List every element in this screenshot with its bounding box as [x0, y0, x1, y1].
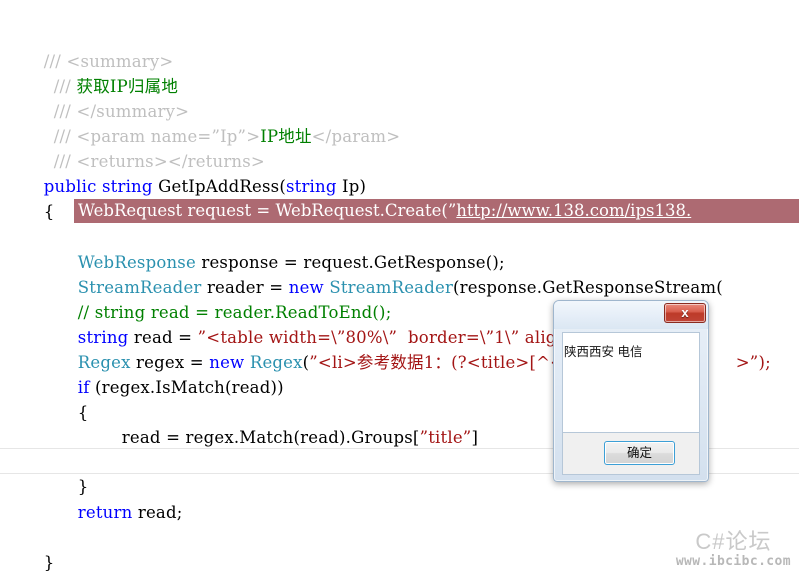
code-token: ] — [471, 428, 479, 447]
code-line: /// <param name=”Ip”>IP地址</param> — [0, 99, 799, 146]
code-line: /// 获取IP归属地 — [0, 49, 799, 96]
url-link[interactable]: http://www.138.com/ips138. — [456, 201, 691, 220]
code-token: { — [43, 202, 55, 221]
code-line-overflow-fragment: >”); — [714, 325, 799, 372]
code-editor[interactable]: /// <summary> /// 获取IP归属地 /// </summary>… — [0, 0, 799, 576]
dialog-message: 陕西西安 电信 — [564, 345, 643, 359]
ok-button-label: 确定 — [626, 446, 652, 460]
code-line: StreamReader reader = new StreamReader(r… — [0, 250, 799, 297]
code-line-comment: // string read = reader.ReadToEnd(); — [0, 275, 799, 322]
close-button-label: x — [681, 305, 689, 320]
code-line: WebResponse response = request.GetRespon… — [0, 225, 799, 272]
code-token: return — [77, 503, 138, 522]
dialog-titlebar[interactable]: x — [554, 301, 708, 329]
code-token: read = regex.Match(read).Groups[ — [121, 428, 420, 447]
watermark: C#论坛 www.ibcibc.com — [676, 530, 791, 570]
code-token: WebRequest request = WebRequest.Create(” — [78, 201, 457, 220]
dialog-footer: 确定 — [562, 433, 700, 475]
watermark-title: C#论坛 — [695, 529, 772, 554]
selected-line-text: WebRequest request = WebRequest.Create(”… — [74, 199, 691, 223]
message-dialog[interactable]: x 陕西西安 电信 确定 — [553, 300, 709, 482]
code-line-brace-open: { — [0, 174, 799, 221]
code-line: /// <summary> — [0, 24, 799, 71]
code-line: /// </summary> — [0, 74, 799, 121]
selected-code-line[interactable]: WebRequest request = WebRequest.Create(”… — [74, 199, 799, 223]
code-line: /// <returns></returns> — [0, 124, 799, 171]
code-token: read; — [137, 503, 183, 522]
watermark-url: www.ibcibc.com — [675, 554, 791, 569]
ok-button[interactable]: 确定 — [604, 441, 675, 465]
code-token-string: >”); — [735, 353, 771, 372]
code-token-string: ”title” — [419, 428, 472, 447]
close-icon[interactable]: x — [664, 303, 706, 323]
code-line-method-signature: public string GetIpAddRess(string Ip) — [0, 149, 799, 196]
